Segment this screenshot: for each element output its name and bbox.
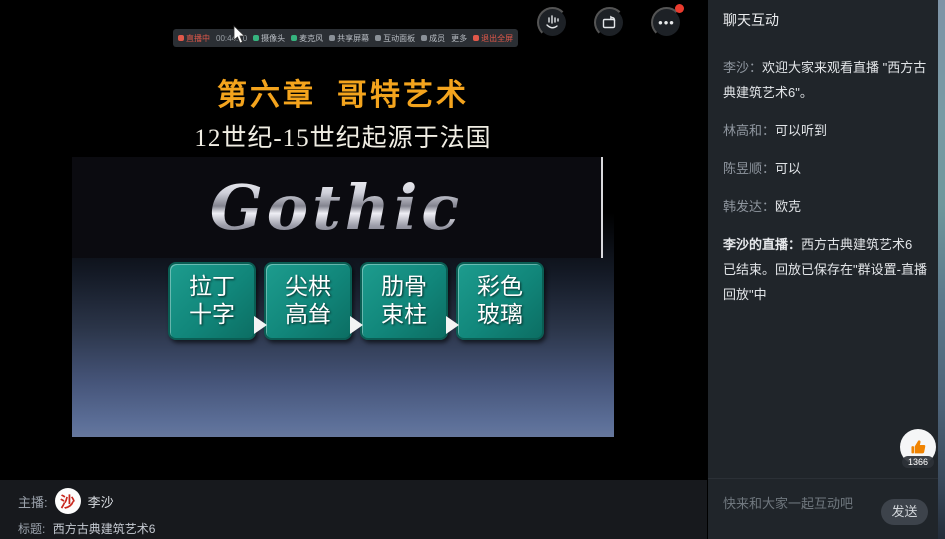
- toolbar-item-camera[interactable]: 摄像头: [253, 33, 285, 44]
- live-signal-icon: [178, 35, 184, 41]
- flow-diagram: 拉丁 十字 尖栱 高耸 肋骨 束柱 彩色 玻璃: [168, 262, 544, 340]
- rotate-screen-icon: [601, 14, 618, 31]
- host-name: 李沙: [88, 492, 114, 511]
- rotate-screen-button[interactable]: [594, 7, 625, 38]
- screen-edge-strip: [938, 0, 945, 539]
- live-stream-window: 直播中 00:44:10 摄像头 麦克风 共享屏幕 互动面板: [0, 0, 945, 539]
- mouse-cursor: [233, 25, 247, 45]
- gothic-banner-text: Gothic: [210, 171, 463, 244]
- exit-fullscreen-icon: [473, 35, 479, 41]
- video-area: 直播中 00:44:10 摄像头 麦克风 共享屏幕 互动面板: [0, 0, 707, 480]
- live-status-badge: 直播中: [178, 33, 210, 44]
- chat-panel: 聊天互动 李沙：欢迎大家来观看直播 "西方古典建筑艺术6"。 林高和：可以听到 …: [707, 0, 938, 539]
- chat-message-list: 李沙：欢迎大家来观看直播 "西方古典建筑艺术6"。 林高和：可以听到 陈昱顺：可…: [723, 55, 927, 320]
- flow-box-latin-cross: 拉丁 十字: [168, 262, 256, 340]
- stream-title-row: 标题: 西方古典建筑艺术6: [18, 520, 155, 537]
- live-status-label: 直播中: [186, 33, 210, 44]
- chat-panel-title: 聊天互动: [723, 10, 779, 30]
- send-button[interactable]: 发送: [881, 499, 928, 525]
- toolbar-item-share-screen[interactable]: 共享屏幕: [329, 33, 369, 44]
- slide-subtitle: 12世纪-15世纪起源于法国: [72, 118, 614, 154]
- host-avatar: 沙: [55, 488, 81, 514]
- flow-arrow-icon: [350, 316, 363, 334]
- chat-input[interactable]: [723, 491, 873, 515]
- thumbs-up-icon: [909, 438, 928, 457]
- toolbar-item-more[interactable]: 更多: [451, 33, 467, 44]
- stream-title-value: 西方古典建筑艺术6: [53, 522, 156, 536]
- chat-input-area: 发送: [708, 478, 939, 539]
- microphone-icon: [291, 35, 297, 41]
- flow-box-stained-glass: 彩色 玻璃: [456, 262, 544, 340]
- chat-message: 李沙：欢迎大家来观看直播 "西方古典建筑艺术6"。: [723, 55, 927, 105]
- toolbar-item-exit-fullscreen[interactable]: 退出全屏: [473, 33, 513, 44]
- voice-interaction-button[interactable]: [537, 7, 568, 38]
- slide-title: 第六章 哥特艺术: [72, 70, 614, 114]
- interaction-panel-icon: [375, 35, 381, 41]
- avatar-seal-glyph: 沙: [60, 491, 75, 512]
- chat-message: 陈昱顺：可以: [723, 156, 927, 181]
- more-dots-icon: •••: [658, 7, 675, 38]
- flow-arrow-icon: [254, 316, 267, 334]
- flow-box-pointed-arch: 尖栱 高耸: [264, 262, 352, 340]
- toolbar-item-members[interactable]: 成员: [421, 33, 445, 44]
- gothic-banner-image: Gothic: [72, 157, 603, 258]
- share-screen-icon: [329, 35, 335, 41]
- like-count-badge: 1366: [902, 456, 934, 468]
- camera-icon: [253, 35, 259, 41]
- flow-arrow-icon: [446, 316, 459, 334]
- flow-box-rib-column: 肋骨 束柱: [360, 262, 448, 340]
- chat-message: 林高和：可以听到: [723, 118, 927, 143]
- host-info-bar: 主播: 沙 李沙 标题: 西方古典建筑艺术6: [0, 480, 707, 539]
- toolbar-item-interaction-panel[interactable]: 互动面板: [375, 33, 415, 44]
- presenter-toolbar: 直播中 00:44:10 摄像头 麦克风 共享屏幕 互动面板: [173, 29, 518, 47]
- toolbar-item-microphone[interactable]: 麦克风: [291, 33, 323, 44]
- chat-message: 韩发达：欧克: [723, 194, 927, 219]
- stream-title-label: 标题:: [18, 522, 45, 536]
- presentation-slide: 第六章 哥特艺术 12世纪-15世纪起源于法国 Gothic 拉丁 十字 尖栱 …: [72, 50, 614, 437]
- chat-system-message: 李沙的直播：西方古典建筑艺术6 已结束。回放已保存在"群设置-直播回放"中: [723, 232, 927, 307]
- host-label: 主播:: [18, 492, 48, 511]
- voice-wave-icon: [544, 14, 561, 31]
- notification-dot: [675, 4, 684, 13]
- members-icon: [421, 35, 427, 41]
